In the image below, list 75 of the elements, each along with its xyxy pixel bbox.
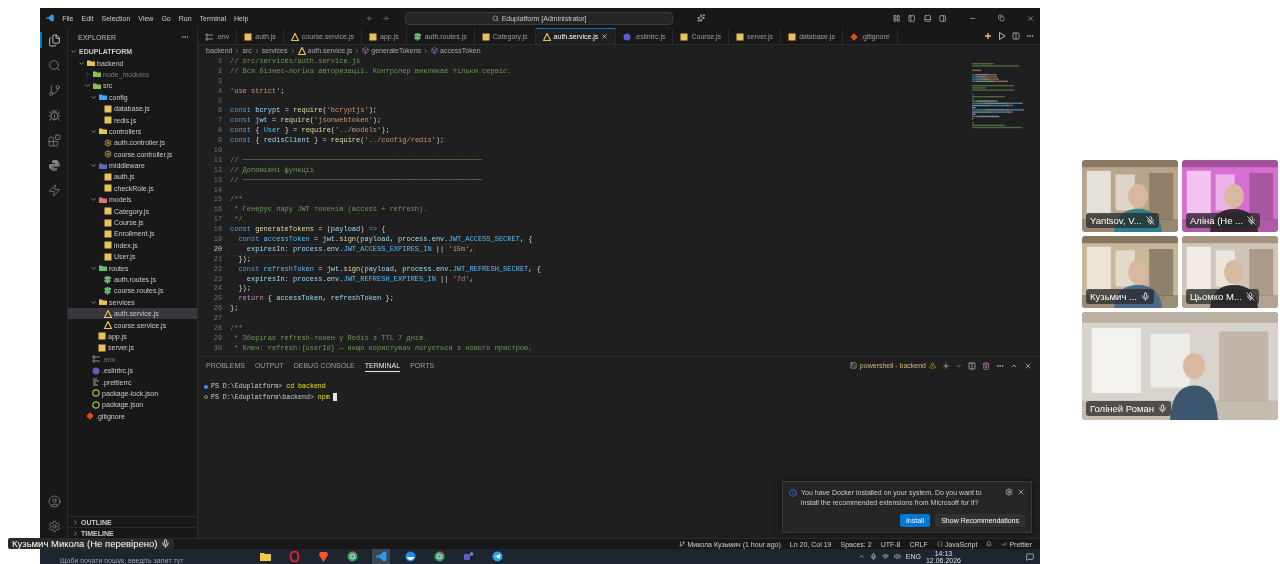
warning-icon: [929, 362, 936, 369]
git-icon: [86, 412, 94, 421]
sparkle-icon[interactable]: [696, 13, 706, 23]
close-icon[interactable]: [1024, 361, 1032, 370]
symbol-icon: [431, 47, 439, 54]
chevron-icon: [90, 298, 97, 306]
trash-icon[interactable]: [982, 361, 990, 370]
panel-right-icon[interactable]: [939, 13, 947, 23]
close-icon[interactable]: [601, 33, 609, 40]
chevron-icon[interactable]: [956, 362, 962, 369]
forward-arrow-icon[interactable]: [381, 13, 390, 23]
chevron-icon: [90, 162, 97, 170]
chevron-icon: [289, 47, 296, 54]
git-icon: [849, 32, 858, 41]
chevron-icon: [354, 47, 361, 54]
panel-left-icon[interactable]: [908, 13, 916, 23]
js-file-icon: [736, 32, 745, 41]
info-icon: [789, 489, 797, 497]
participant-name: Цьомко М...: [1190, 291, 1242, 302]
eslint-icon: [623, 32, 632, 41]
panel-bottom-icon[interactable]: [923, 13, 932, 23]
eslint-icon: [92, 366, 100, 375]
chevron-icon[interactable]: [857, 553, 865, 560]
participant-name: Голіней Роман: [1090, 403, 1154, 414]
gear-icon: [104, 150, 112, 159]
text-cursor: [332, 393, 337, 402]
vscode-logo-icon: [46, 13, 55, 23]
wifi-icon[interactable]: [881, 553, 889, 560]
more-icon[interactable]: [1026, 32, 1034, 40]
participant-name: Кузьмич ...: [1090, 291, 1137, 302]
service-file-icon: [542, 32, 551, 41]
chevron-icon: [234, 47, 241, 54]
plus-icon[interactable]: [942, 361, 950, 370]
chevron-icon: [90, 127, 97, 135]
layout-icon[interactable]: [893, 13, 901, 23]
symbol-icon: [362, 47, 370, 54]
bell-icon[interactable]: [986, 541, 993, 547]
more-icon[interactable]: [181, 33, 189, 41]
search-icon[interactable]: [48, 58, 61, 72]
terminal-icon: [849, 362, 857, 369]
participant-name: Аліна (Не ...: [1190, 215, 1244, 226]
env-file-icon: [205, 32, 213, 41]
back-arrow-icon[interactable]: [366, 13, 374, 23]
participant-name: Yantsov, V...: [1090, 215, 1142, 226]
python-icon[interactable]: [48, 158, 61, 172]
chevron-icon: [90, 264, 97, 272]
bug-icon[interactable]: [48, 108, 61, 122]
split-icon[interactable]: [968, 361, 976, 370]
gear-icon: [104, 138, 112, 147]
presenter-name: Кузьмич Микола (Не перевірено): [12, 538, 158, 549]
prettier-icon: [92, 378, 100, 386]
files-icon[interactable]: [48, 33, 61, 47]
js-file-icon: [680, 32, 689, 41]
speaker-icon[interactable]: [893, 553, 901, 560]
chevron-icon: [253, 47, 260, 54]
js-file-icon: [369, 32, 377, 41]
branch-icon: [679, 541, 686, 547]
js-file-icon: [244, 32, 253, 41]
js-file-icon: [788, 32, 797, 41]
chevron-icon: [423, 47, 430, 54]
braces-icon: [936, 541, 943, 547]
chevron-icon: [90, 196, 97, 204]
run-icon[interactable]: [998, 32, 1006, 40]
double-check-icon: [1001, 541, 1008, 547]
restore-icon[interactable]: [998, 14, 1005, 22]
env-file-icon: [92, 355, 100, 364]
close-icon[interactable]: [1017, 488, 1025, 496]
close-icon[interactable]: [1026, 13, 1035, 23]
js-file-icon: [481, 32, 490, 41]
settings-icon[interactable]: [1005, 488, 1013, 496]
branch-icon[interactable]: [48, 83, 61, 97]
mic-icon[interactable]: [869, 553, 877, 560]
notifications-icon[interactable]: [1026, 552, 1034, 561]
split-editor-icon[interactable]: [1012, 32, 1020, 40]
search-icon: [491, 14, 499, 22]
